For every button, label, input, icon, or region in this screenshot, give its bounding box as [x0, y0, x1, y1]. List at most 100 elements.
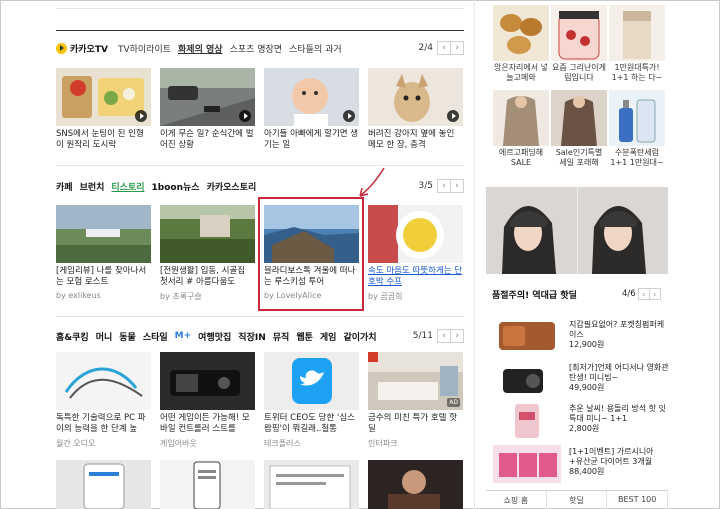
tab-style[interactable]: 스타일 — [143, 330, 168, 343]
content-card[interactable]: 트위터 CEO도 당한 '심스왑핑'이 뭐길래..철통 테크플러스 — [264, 352, 359, 449]
tab-best100[interactable]: BEST 100 — [607, 491, 669, 509]
next-arrow-icon[interactable]: › — [450, 329, 464, 343]
fashion-banner[interactable] — [486, 187, 668, 274]
product-image[interactable] — [493, 445, 561, 483]
hotdeal-title[interactable]: 품절주의! 역대급 핫딜 — [492, 288, 577, 301]
hotdeal-item[interactable]: [1+1이벤트] 가르시니아 +유산균 다이어트 3개월 88,400원 — [493, 445, 668, 485]
kakaotv-logo[interactable]: 카카오TV — [56, 42, 108, 55]
video-thumbnail[interactable] — [56, 68, 151, 126]
tab-sports[interactable]: 스포츠 명장면 — [230, 42, 283, 55]
tab-together[interactable]: 같이가치 — [343, 330, 376, 343]
story-caption[interactable]: 속도 마음도 따뜻하게는 단호박 수프 — [368, 266, 463, 288]
prev-arrow-icon[interactable]: ‹ — [437, 329, 451, 343]
product-image[interactable] — [493, 361, 561, 399]
shop-item[interactable]: 앙은자리에서 넣늘고메와 — [493, 5, 549, 83]
shop-item[interactable]: 요즘 그리난이게림입니다 — [551, 5, 607, 83]
story-caption[interactable]: [전원생활] 입동, 시골집 첫서리 # 아름다움도 — [160, 266, 255, 288]
video-thumbnail[interactable] — [264, 68, 359, 126]
video-card[interactable]: 버려진 강아지 옆에 놓인 메모 한 장, 충격 — [368, 68, 463, 151]
shop-item[interactable]: Sale인기특별 세일 포래해 — [551, 90, 607, 168]
shop-thumbnail[interactable] — [609, 90, 665, 146]
content-card[interactable]: 어떤 게임이든 가능해! 모바일 컨트롤러 스트를 게임어바웃 — [160, 352, 255, 449]
tab-animal[interactable]: 동물 — [119, 330, 136, 343]
shop-caption[interactable]: 요즘 그리난이게림입니다 — [551, 63, 607, 83]
tab-homecook[interactable]: 홈&쿠킹 — [56, 330, 89, 343]
shop-thumbnail[interactable] — [551, 90, 607, 146]
story-card[interactable]: [전원생활] 입동, 시골집 첫서리 # 아름다움도 by 초록구슬 — [160, 205, 255, 302]
tab-1boon[interactable]: 1boon뉴스 — [152, 180, 200, 193]
hotdeal-item[interactable]: 추운 날씨! 용돌리 방석 핫 잇 특대 미니~ 1+1 2,800원 — [493, 402, 668, 442]
tab-tv-highlight[interactable]: TV하이라이트 — [118, 42, 171, 55]
play-icon[interactable] — [135, 110, 147, 122]
play-icon[interactable] — [447, 110, 459, 122]
content-thumbnail[interactable] — [160, 352, 255, 410]
shop-item[interactable]: 에르고패딩해 SALE — [493, 90, 549, 168]
content-thumbnail[interactable] — [56, 460, 151, 509]
video-thumbnail[interactable] — [160, 68, 255, 126]
video-card[interactable]: 이게 무슨 일? 순식간에 벌어진 상황 — [160, 68, 255, 151]
content-thumbnail[interactable]: AD — [368, 352, 463, 410]
next-arrow-icon[interactable]: › — [450, 41, 464, 55]
product-text[interactable]: 추운 날씨! 용돌리 방석 핫 잇 특대 미니~ 1+1 2,800원 — [569, 404, 669, 434]
shop-caption[interactable]: 1만원대특가! 1+1 하는 다~ — [609, 63, 665, 83]
shop-thumbnail[interactable] — [493, 90, 549, 146]
prev-arrow-icon[interactable]: ‹ — [437, 41, 451, 55]
product-text[interactable]: [1+1이벤트] 가르시니아 +유산균 다이어트 3개월 88,400원 — [569, 447, 669, 477]
shop-caption[interactable]: 앙은자리에서 넣늘고메와 — [493, 63, 549, 83]
video-card[interactable]: 아기들 아빠에게 할기면 생기는 일 — [264, 68, 359, 151]
product-text[interactable]: 지갑필요없어? 포켓칭펌퍼케이스 12,900원 — [569, 320, 669, 350]
tab-travel[interactable]: 여행맛집 — [198, 330, 231, 343]
tab-hot-video[interactable]: 화제의 영상 — [178, 42, 223, 55]
video-thumbnail[interactable] — [368, 68, 463, 126]
next-arrow-icon[interactable]: › — [648, 288, 661, 300]
tab-webtoon[interactable]: 웹툰 — [296, 330, 313, 343]
story-caption[interactable]: [게임리뷰] 나를 찾아나서는 모험 로스트 — [56, 266, 151, 288]
content-caption[interactable]: 독특한 기술력으로 PC 파이의 능력을 한 단계 높 — [56, 413, 151, 435]
tab-mplus[interactable]: M+ — [175, 331, 192, 341]
tab-cafe[interactable]: 카페 — [56, 180, 73, 193]
story-card[interactable]: 속도 마음도 따뜻하게는 단호박 수프 by 곰곰희 — [368, 205, 463, 302]
content-caption[interactable]: 트위터 CEO도 당한 '심스왑핑'이 뭐길래..철통 — [264, 413, 359, 435]
content-thumbnail[interactable] — [264, 352, 359, 410]
content-thumbnail[interactable] — [56, 352, 151, 410]
content-card[interactable]: AD 금수의 미친 특가 호텔 핫딜 인터파크 — [368, 352, 463, 449]
play-icon[interactable] — [343, 110, 355, 122]
content-card[interactable]: 독특한 기술력으로 PC 파이의 능력을 한 단계 높 월간 오디오 — [56, 352, 151, 449]
video-caption[interactable]: 아기들 아빠에게 할기면 생기는 일 — [264, 129, 359, 151]
tab-game[interactable]: 게임 — [320, 330, 337, 343]
video-caption[interactable]: 버려진 강아지 옆에 놓인 메모 한 장, 충격 — [368, 129, 463, 151]
content-caption[interactable]: 어떤 게임이든 가능해! 모바일 컨트롤러 스트를 — [160, 413, 255, 435]
next-arrow-icon[interactable]: › — [450, 179, 464, 193]
content-thumbnail[interactable] — [264, 460, 359, 509]
tab-money[interactable]: 머니 — [96, 330, 113, 343]
shop-caption[interactable]: 수분폭탄세럼 1+1 1만원대~ — [609, 148, 665, 168]
tab-work[interactable]: 직장IN — [238, 330, 265, 343]
play-icon[interactable] — [239, 110, 251, 122]
shop-item[interactable]: 1만원대특가! 1+1 하는 다~ — [609, 5, 665, 83]
content-thumbnail[interactable] — [368, 460, 463, 509]
product-image[interactable] — [493, 402, 561, 440]
video-caption[interactable]: SNS에서 눈팅이 된 인형이 원작리 도시락 — [56, 129, 151, 151]
story-thumbnail[interactable] — [56, 205, 151, 263]
shop-thumbnail[interactable] — [609, 5, 665, 61]
product-text[interactable]: [최저가]언제 어디서나 영화관 탄생! 미니빔~ 49,900원 — [569, 363, 669, 393]
tab-shopping-home[interactable]: 쇼핑 홈 — [486, 491, 547, 509]
story-card[interactable]: [게임리뷰] 나를 찾아나서는 모험 로스트 by exlikeus — [56, 205, 151, 300]
content-thumbnail[interactable] — [160, 460, 255, 509]
tab-brunch[interactable]: 브런치 — [80, 180, 105, 193]
tab-star-past[interactable]: 스타들의 과거 — [289, 42, 342, 55]
shop-caption[interactable]: Sale인기특별 세일 포래해 — [551, 148, 607, 168]
tab-music[interactable]: 뮤직 — [273, 330, 290, 343]
video-caption[interactable]: 이게 무슨 일? 순식간에 벌어진 상황 — [160, 129, 255, 151]
tab-kakaostory[interactable]: 카카오스토리 — [207, 180, 257, 193]
video-card[interactable]: SNS에서 눈팅이 된 인형이 원작리 도시락 — [56, 68, 151, 151]
story-thumbnail[interactable] — [160, 205, 255, 263]
product-image[interactable] — [493, 318, 561, 356]
hotdeal-item[interactable]: [최저가]언제 어디서나 영화관 탄생! 미니빔~ 49,900원 — [493, 361, 669, 401]
hotdeal-item[interactable]: 지갑필요없어? 포켓칭펌퍼케이스 12,900원 — [493, 318, 668, 358]
story-thumbnail[interactable] — [368, 205, 463, 263]
tab-tistory[interactable]: 티스토리 — [111, 180, 144, 193]
shop-caption[interactable]: 에르고패딩해 SALE — [493, 148, 549, 168]
content-caption[interactable]: 금수의 미친 특가 호텔 핫딜 — [368, 413, 463, 435]
prev-arrow-icon[interactable]: ‹ — [437, 179, 451, 193]
